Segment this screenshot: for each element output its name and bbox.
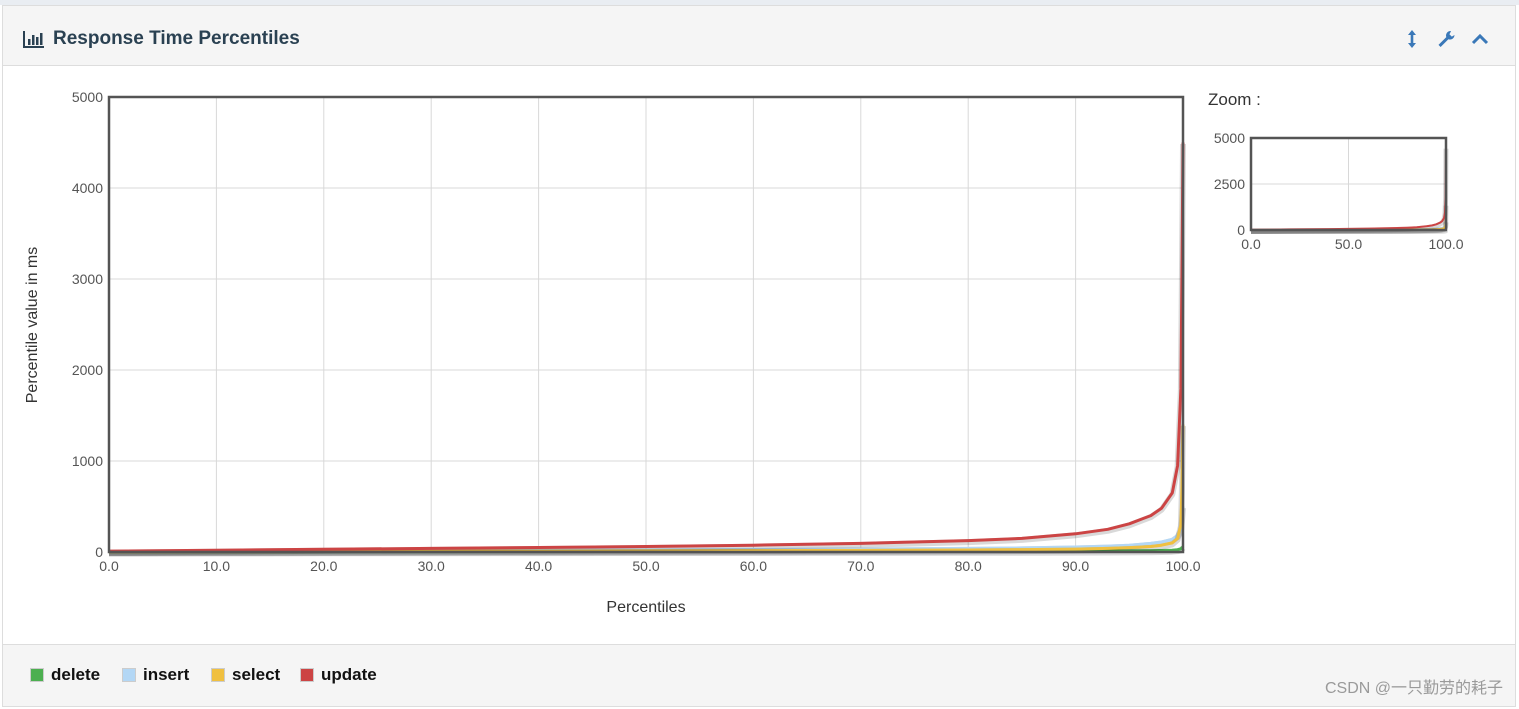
main-y-tick-label-0: 0 bbox=[95, 544, 103, 560]
legend-item-select[interactable]: select bbox=[211, 665, 280, 685]
main-x-tick-label-0: 0.0 bbox=[99, 558, 119, 574]
legend-footer: delete insert select update CSDN @一只勤劳的耗子 bbox=[3, 644, 1515, 706]
main-x-tick-label-4: 40.0 bbox=[525, 558, 552, 574]
percentile-chart: 0.0 10.0 20.0 30.0 40.0 50.0 60.0 70.0 80.0 90.0 1… bbox=[24, 89, 1464, 616]
zoom-y-tick-label-1: 2500 bbox=[1214, 176, 1245, 192]
legend-label-insert: insert bbox=[143, 665, 190, 684]
main-y-tick-label-5: 5000 bbox=[72, 89, 103, 105]
legend-label-select: select bbox=[232, 665, 281, 684]
main-x-tick-label-5: 50.0 bbox=[632, 558, 659, 574]
legend-swatch-insert bbox=[122, 668, 136, 682]
watermark-text: CSDN @一只勤劳的耗子 bbox=[1324, 680, 1503, 697]
main-y-tick-label-4: 4000 bbox=[72, 180, 103, 196]
legend-swatch-select bbox=[211, 668, 225, 682]
zoom-y-tick-label-2: 5000 bbox=[1214, 130, 1245, 146]
zoom-x-tick-label-1: 50.0 bbox=[1335, 236, 1362, 252]
legend-item-delete[interactable]: delete bbox=[30, 665, 100, 685]
chart-panel: Response Time Percentiles 0.0 10.0 20.0 30.… bbox=[2, 5, 1516, 707]
main-x-tick-label-8: 80.0 bbox=[955, 558, 982, 574]
zoom-label: Zoom : bbox=[1208, 90, 1261, 109]
main-y-tick-label-2: 2000 bbox=[72, 362, 103, 378]
x-axis-title: Percentiles bbox=[606, 599, 685, 616]
y-axis-title: Percentile value in ms bbox=[24, 247, 41, 404]
legend-swatch-delete bbox=[30, 668, 44, 682]
main-x-tick-label-3: 30.0 bbox=[418, 558, 445, 574]
main-x-tick-label-7: 70.0 bbox=[847, 558, 874, 574]
main-x-tick-label-1: 10.0 bbox=[203, 558, 230, 574]
main-y-tick-label-1: 1000 bbox=[72, 453, 103, 469]
zoom-x-tick-label-2: 100.0 bbox=[1428, 236, 1463, 252]
legend-label-update: update bbox=[321, 665, 377, 684]
zoom-x-tick-label-0: 0.0 bbox=[1241, 236, 1261, 252]
legend-swatch-update bbox=[300, 668, 314, 682]
legend-label-delete: delete bbox=[51, 665, 101, 684]
main-x-tick-label-9: 90.0 bbox=[1062, 558, 1089, 574]
main-x-tick-label-6: 60.0 bbox=[740, 558, 767, 574]
legend-item-insert[interactable]: insert bbox=[122, 665, 189, 685]
main-y-tick-label-3: 3000 bbox=[72, 271, 103, 287]
main-x-tick-label-2: 20.0 bbox=[310, 558, 337, 574]
legend-item-update[interactable]: update bbox=[300, 665, 377, 685]
zoom-y-tick-label-0: 0 bbox=[1237, 222, 1245, 238]
main-x-tick-label-10: 100.0 bbox=[1165, 558, 1200, 574]
